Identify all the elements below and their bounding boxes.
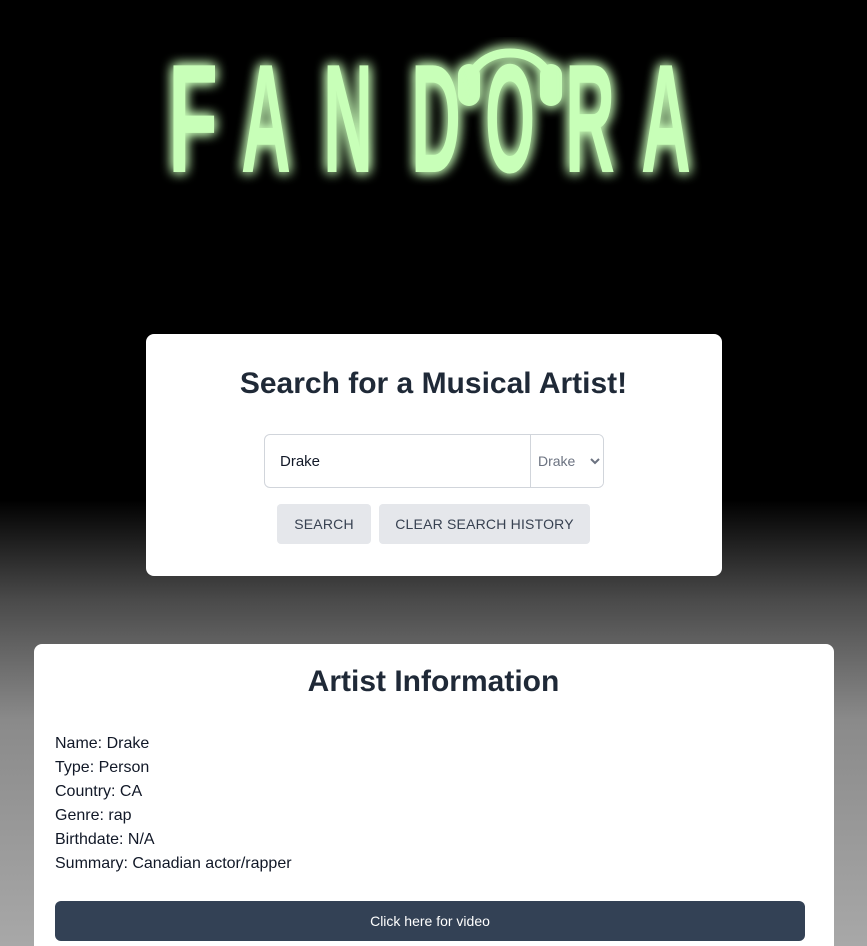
artist-birthdate-field: Birthdate: N/A — [55, 831, 155, 848]
fandora-logo: FANDORA — [0, 0, 867, 230]
clear-search-history-button[interactable]: CLEAR SEARCH HISTORY — [379, 504, 590, 544]
artist-genre-field: Genre: rap — [55, 807, 132, 824]
logo-letter: O — [485, 32, 535, 205]
search-bar: Drake — [264, 434, 604, 488]
artist-type-field: Type: Person — [55, 759, 150, 776]
artist-summary-field: Summary: Canadian actor/rapper — [55, 855, 292, 872]
video-button[interactable]: Click here for video — [55, 901, 805, 941]
artist-name-field: Name: Drake — [55, 735, 150, 752]
artist-select-dropdown[interactable]: Drake — [530, 435, 603, 487]
logo-letter: R — [565, 32, 615, 205]
logo-letter: F — [168, 32, 218, 205]
logo-letter: A — [241, 32, 291, 205]
artist-info-list: Name: Drake Type: Person Country: CA Gen… — [55, 732, 292, 876]
logo-letter: N — [323, 32, 373, 205]
artist-info-heading: Artist Information — [307, 665, 560, 698]
headphone-left-cup — [458, 64, 480, 106]
headphone-right-cup — [540, 64, 562, 106]
logo-graphic: FANDORA — [168, 32, 691, 205]
artist-country-field: Country: CA — [55, 783, 143, 800]
logo-letter: A — [641, 32, 691, 205]
search-button[interactable]: SEARCH — [277, 504, 371, 544]
search-title: Search for a Musical Artist! — [239, 367, 628, 400]
artist-search-input[interactable] — [265, 435, 530, 487]
logo-letter: D — [411, 32, 461, 205]
